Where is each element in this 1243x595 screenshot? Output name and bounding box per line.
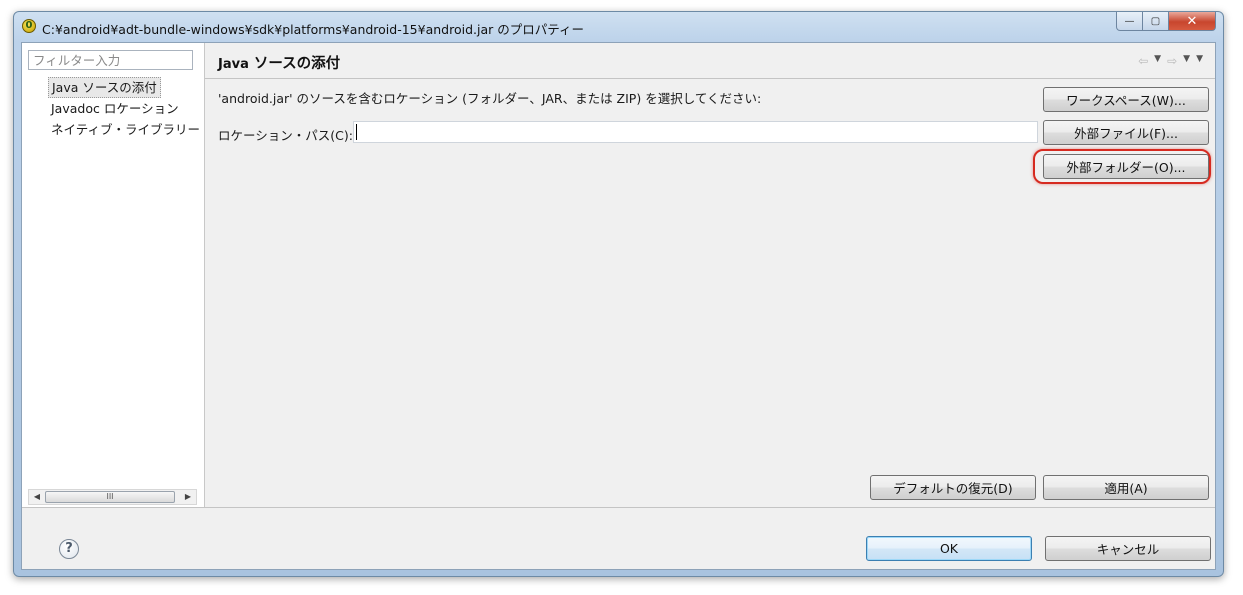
text-caret [356, 124, 357, 140]
dialog-client-area: Java ソースの添付 Javadoc ロケーション ネイティブ・ライブラリー … [21, 42, 1216, 570]
filter-input[interactable] [28, 50, 193, 70]
back-arrow-icon[interactable]: ⇦ [1138, 54, 1148, 68]
ok-button[interactable]: OK [866, 536, 1032, 561]
window-title: C:¥android¥adt-bundle-windows¥sdk¥platfo… [42, 22, 584, 37]
title-bar[interactable]: 0 C:¥android¥adt-bundle-windows¥sdk¥plat… [14, 12, 1223, 42]
close-button[interactable]: ✕ [1169, 12, 1216, 31]
page-navigation: ⇦ ▼ ⇨ ▼ ▼ [1138, 54, 1203, 68]
properties-dialog: 0 C:¥android¥adt-bundle-windows¥sdk¥plat… [13, 11, 1224, 577]
maximize-button[interactable]: ▢ [1143, 12, 1169, 31]
apply-button[interactable]: 適用(A) [1043, 475, 1209, 500]
page-divider [205, 78, 1215, 79]
external-folder-button[interactable]: 外部フォルダー(O)... [1043, 154, 1209, 179]
maximize-icon: ▢ [1150, 15, 1161, 27]
tree-item-javadoc-location[interactable]: Javadoc ロケーション [48, 98, 203, 119]
tree-item-native-library[interactable]: ネイティブ・ライブラリー [48, 119, 203, 140]
view-menu-icon[interactable]: ▼ [1196, 54, 1203, 68]
page-title-java: Java [218, 57, 249, 72]
cancel-button[interactable]: キャンセル [1045, 536, 1211, 561]
scroll-left-arrow-icon[interactable]: ◀ [30, 490, 44, 504]
workspace-button[interactable]: ワークスペース(W)... [1043, 87, 1209, 112]
external-file-button[interactable]: 外部ファイル(F)... [1043, 120, 1209, 145]
footer-divider [22, 507, 1215, 508]
caption-buttons: — ▢ ✕ [1116, 12, 1216, 32]
back-dropdown-icon[interactable]: ▼ [1154, 54, 1161, 68]
page-title-rest: ソースの添付 [248, 56, 341, 72]
location-path-label: ロケーション・パス(C): [218, 128, 353, 143]
location-path-input[interactable] [353, 121, 1038, 143]
page-title: Java ソースの添付 [218, 52, 340, 73]
page-description: 'android.jar' のソースを含むロケーション (フォルダー、JAR、ま… [218, 91, 762, 106]
minimize-icon: — [1124, 15, 1135, 27]
tree-item-java-source-attachment[interactable]: Java ソースの添付 [48, 77, 161, 98]
property-page: Java ソースの添付 ⇦ ▼ ⇨ ▼ ▼ 'android.jar' のソース… [205, 43, 1215, 507]
help-icon[interactable]: ? [59, 539, 79, 559]
minimize-button[interactable]: — [1116, 12, 1143, 31]
horizontal-scrollbar[interactable]: ◀ III ▶ [28, 489, 197, 505]
forward-dropdown-icon[interactable]: ▼ [1183, 54, 1190, 68]
scroll-right-arrow-icon[interactable]: ▶ [181, 490, 195, 504]
property-page-tree: Java ソースの添付 Javadoc ロケーション ネイティブ・ライブラリー [48, 77, 203, 140]
close-icon: ✕ [1186, 13, 1198, 29]
navigation-pane: Java ソースの添付 Javadoc ロケーション ネイティブ・ライブラリー … [22, 43, 205, 507]
forward-arrow-icon[interactable]: ⇨ [1167, 54, 1177, 68]
eclipse-app-icon: 0 [22, 19, 36, 33]
restore-defaults-button[interactable]: デフォルトの復元(D) [870, 475, 1036, 500]
scroll-thumb[interactable]: III [45, 491, 175, 503]
